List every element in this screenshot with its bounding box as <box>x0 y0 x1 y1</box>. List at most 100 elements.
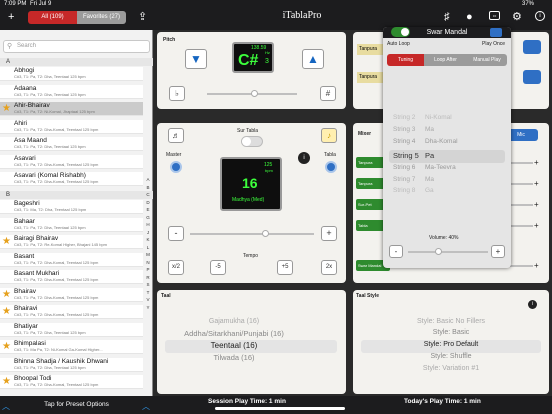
chevron-up-icon-left[interactable]: ︿ <box>2 401 10 412</box>
index-letter[interactable]: N <box>143 260 153 265</box>
taal-style-info-icon[interactable]: i <box>528 300 537 309</box>
mixer-plus-button[interactable]: + <box>534 158 539 167</box>
list-item[interactable]: ★ Bhoopal Todi C#3, T1: Pa, T2: Dha-Komal,… <box>0 375 143 389</box>
index-letter[interactable]: S <box>143 282 153 287</box>
tab-loop-after[interactable]: Loop After <box>424 54 467 66</box>
taal-style-option[interactable]: Style: Shuffle <box>361 353 541 360</box>
favorite-star-icon[interactable]: ★ <box>2 103 11 114</box>
tempo-plus-button[interactable]: + <box>321 226 337 241</box>
taal-option[interactable]: Teentaal (16) <box>165 341 303 350</box>
favorite-star-icon[interactable]: ★ <box>2 236 11 247</box>
tab-all[interactable]: All (109) <box>28 11 77 24</box>
list-item[interactable]: Bhatiyar C#3, T1: Pa, T2: Dha, Teentaal 1… <box>0 322 143 337</box>
index-letter[interactable]: H <box>143 222 153 227</box>
tab-favorites[interactable]: Favorites (27) <box>77 11 126 24</box>
chevron-up-icon-right[interactable]: ︿ <box>142 401 150 412</box>
microphone-icon[interactable]: ● <box>466 10 473 24</box>
sur-tabla-toggle[interactable] <box>241 136 263 147</box>
list-item[interactable]: Abhogi C#3, T1: Pa, T2: Dha, Teentaal 125… <box>0 67 143 81</box>
list-item[interactable]: Asavari (Komal Rishabh) C#3, T1: Pa, T2: … <box>0 172 143 186</box>
list-item[interactable]: Asa Maand C#3, T1: Pa, T2: Dha, Teentaal … <box>0 137 143 151</box>
string-row[interactable]: String 2 Ni-Komal <box>393 114 452 121</box>
index-letter[interactable]: A <box>143 177 153 182</box>
list-item[interactable]: ★ Ahir-Bhairav C#3, T1: Pa, T2: Ni-Komal, … <box>0 102 143 116</box>
plus-5-button[interactable]: +5 <box>277 260 293 275</box>
string-row[interactable]: String 7 Ma <box>393 176 434 183</box>
mixer-plus-button[interactable]: + <box>534 200 539 209</box>
string-row[interactable]: String 5 Pa <box>393 151 434 160</box>
string-row[interactable]: String 4 Dha-Komal <box>393 138 458 145</box>
favorite-star-icon[interactable]: ★ <box>2 341 11 352</box>
tanpura-play-button[interactable] <box>523 40 541 54</box>
index-letter[interactable]: R <box>143 275 153 280</box>
info-icon[interactable]: i <box>535 11 545 21</box>
mixer-plus-button[interactable]: + <box>534 221 539 230</box>
minus-5-button[interactable]: -5 <box>210 260 226 275</box>
list-item[interactable]: Asavari C#3, T1: Pa, T2: Dha-Komal, Teent… <box>0 154 143 169</box>
index-letter[interactable]: P <box>143 267 153 272</box>
index-letter[interactable]: D <box>143 200 153 205</box>
list-item[interactable]: ★ Bhairavi C#3, T1: Pa, T2: Dha-Komal, Tee… <box>0 305 143 319</box>
tempo-slider[interactable] <box>190 233 314 235</box>
favorite-star-icon[interactable]: ★ <box>2 289 11 300</box>
add-icon[interactable]: + <box>8 10 14 24</box>
favorite-star-icon[interactable]: ★ <box>2 376 11 387</box>
swar-volume-knob[interactable] <box>435 248 442 255</box>
list-item[interactable]: Ahiri C#3, T1: Pa, T2: Dha-Komal, Teentaa… <box>0 119 143 134</box>
taal-style-option[interactable]: Style: Basic <box>361 329 541 336</box>
index-letter[interactable]: B <box>143 185 153 190</box>
taal-option[interactable]: Addha/Sitarkhani/Punjabi (16) <box>165 329 303 338</box>
gear-icon[interactable]: ⚙ <box>512 10 522 24</box>
metronome-icon[interactable]: ♬ <box>168 128 184 143</box>
tabla-image-icon[interactable]: ♪ <box>321 128 337 143</box>
index-letter[interactable]: V <box>143 297 153 302</box>
list-item[interactable]: ★ Bhairav C#3, T1: Pa, T2: Dha-Komal, Teen… <box>0 287 143 302</box>
taal-option[interactable]: Gajamukha (16) <box>165 318 303 325</box>
swar-play-button[interactable] <box>490 28 502 37</box>
play-once-label[interactable]: Play Once <box>482 41 505 47</box>
index-letter[interactable]: J <box>143 230 153 235</box>
list-item[interactable]: Basant Mukhari C#3, T1: Pa, T2: Dha-Komal… <box>0 270 143 284</box>
tuning-fork-icon[interactable]: ♯ <box>444 10 450 24</box>
taal-style-option[interactable]: Style: Basic No Fillers <box>361 318 541 325</box>
sharp-button[interactable]: # <box>320 86 336 101</box>
tab-manual-play[interactable]: Manual Play <box>467 54 507 66</box>
swar-mandal-toggle[interactable] <box>391 27 410 37</box>
preset-options-button[interactable]: Tap for Preset Options <box>0 396 153 414</box>
favorite-star-icon[interactable]: ★ <box>2 306 11 317</box>
list-item[interactable]: ★ Bhimpalasi C#3, T1: Ma Pa, T2: Ni-Komal … <box>0 340 143 354</box>
list-item[interactable]: Bhinna Shadja / Kaushik Dhwani C#3, T1: P… <box>0 357 143 372</box>
share-icon[interactable]: ⇪ <box>138 10 147 24</box>
fine-pitch-knob[interactable] <box>251 90 258 97</box>
index-letter[interactable]: Y <box>143 305 153 310</box>
auto-loop-label[interactable]: Auto Loop <box>387 41 410 47</box>
list-item[interactable]: ★ Bairagi Bhairav C#3, T1: Pa, T2: Re-Koma… <box>0 235 143 249</box>
index-letter[interactable]: K <box>143 237 153 242</box>
flat-button[interactable]: ♭ <box>169 86 185 101</box>
index-letter[interactable]: G <box>143 215 153 220</box>
list-item[interactable]: Bahaar C#3, T1: Pa, T2: Dha, Teentaal 125… <box>0 217 143 232</box>
tempo-knob[interactable] <box>262 230 269 237</box>
string-row[interactable]: String 8 Ga <box>393 187 434 194</box>
list-item[interactable]: Bageshri C#3, T1: Ma, T2: Dha, Teentaal 1… <box>0 200 143 214</box>
swar-volume-plus-button[interactable]: + <box>491 245 505 258</box>
taal-style-option[interactable]: Style: Pro Default <box>361 341 541 348</box>
search-input[interactable]: ⚲ Search <box>3 40 150 53</box>
tempo-info-icon[interactable]: i <box>298 152 310 164</box>
pitch-up-button[interactable]: ▲ <box>302 49 324 69</box>
tempo-minus-button[interactable]: - <box>168 226 184 241</box>
tab-tuning[interactable]: Tuning <box>387 54 424 66</box>
taal-option[interactable]: Tilwada (16) <box>165 353 303 362</box>
string-row[interactable]: String 6 Ma-Teevra <box>393 164 456 171</box>
double-tempo-button[interactable]: 2x <box>321 260 337 275</box>
tabla-volume-button[interactable] <box>325 161 337 173</box>
mixer-plus-button[interactable]: + <box>534 179 539 188</box>
index-letter[interactable]: L <box>143 245 153 250</box>
tanpura-play-button-2[interactable] <box>523 70 541 84</box>
list-item[interactable]: Basant C#3, T1: Pa, T2: Dha-Komal, Teenta… <box>0 252 143 267</box>
index-letter[interactable]: M <box>143 252 153 257</box>
index-letter[interactable]: T <box>143 290 153 295</box>
master-volume-button[interactable] <box>170 161 182 173</box>
string-row[interactable]: String 3 Ma <box>393 126 434 133</box>
pitch-down-button[interactable]: ▼ <box>185 49 207 69</box>
